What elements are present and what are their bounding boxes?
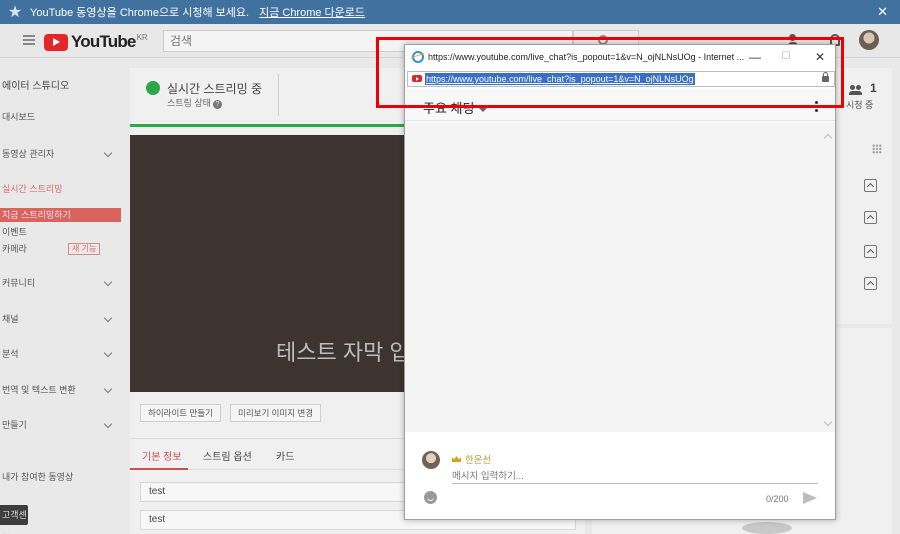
- sidebar-item-label: 카메라: [2, 244, 27, 254]
- window-titlebar[interactable]: https://www.youtube.com/live_chat?is_pop…: [405, 45, 835, 69]
- sidebar-item-analytics[interactable]: 분석: [2, 347, 123, 361]
- chrome-promo-banner: ★ YouTube 동영상을 Chrome으로 시청해 보세요. 지금 Chro…: [0, 0, 900, 24]
- thumbnail-shadow: [742, 522, 792, 534]
- creator-studio-sidebar: 에이터 스튜디오 대시보드 동영상 관리자 실시간 스트리밍 지금 스트리밍하기…: [0, 58, 123, 534]
- chevron-down-icon: [103, 277, 113, 287]
- url-text[interactable]: https://www.youtube.com/live_chat?is_pop…: [425, 73, 695, 85]
- internet-explorer-icon: [412, 51, 424, 63]
- youtube-favicon-icon: [412, 75, 422, 82]
- sidebar-item-camera[interactable]: 카메라 새 기능: [2, 242, 123, 256]
- sidebar-item-video-manager[interactable]: 동영상 관리자: [2, 147, 123, 161]
- emoji-icon[interactable]: [424, 491, 437, 504]
- sidebar-item-label: 동영상 관리자: [2, 149, 55, 159]
- window-title: https://www.youtube.com/live_chat?is_pop…: [428, 52, 745, 62]
- sidebar-item-label: 번역 및 텍스트 변환: [2, 385, 76, 395]
- expand-icon[interactable]: [864, 245, 877, 258]
- studio-title[interactable]: 에이터 스튜디오: [2, 80, 123, 94]
- youtube-logo[interactable]: YouTube KR: [44, 32, 148, 52]
- maximize-button[interactable]: ☐: [772, 48, 800, 66]
- live-status-icon: [146, 81, 160, 95]
- sidebar-item-label: 내가 참여한 동영상: [2, 472, 74, 482]
- menu-icon[interactable]: [23, 35, 35, 45]
- change-thumbnail-button[interactable]: 미리보기 이미지 변경: [230, 404, 322, 422]
- sidebar-item-dashboard[interactable]: 대시보드: [2, 110, 123, 124]
- close-button[interactable]: ✕: [806, 48, 834, 66]
- caret-down-icon: [479, 107, 488, 112]
- concurrent-viewers-count: 1: [870, 81, 877, 95]
- expand-icon[interactable]: [864, 179, 877, 192]
- sidebar-item-events[interactable]: 이벤트: [2, 225, 123, 239]
- expand-icon[interactable]: [864, 277, 877, 290]
- star-icon: ★: [7, 4, 23, 21]
- avatar[interactable]: [859, 30, 879, 50]
- region-code: KR: [136, 33, 148, 42]
- stream-status-label: 스트림 상태?: [167, 96, 222, 109]
- stream-status-title: 실시간 스트리밍 중: [167, 82, 262, 96]
- sidebar-item-label: 대시보드: [2, 112, 36, 122]
- chat-header: 주요 채팅: [405, 89, 835, 121]
- chat-message-input[interactable]: 메시지 입력하기...: [452, 468, 818, 484]
- chat-user-name: 한운선: [465, 455, 492, 466]
- address-bar[interactable]: https://www.youtube.com/live_chat?is_pop…: [407, 71, 835, 87]
- active-tab-indicator: [130, 468, 188, 470]
- chevron-down-icon: [103, 313, 113, 323]
- chevron-down-icon: [103, 148, 113, 158]
- lock-icon[interactable]: [822, 72, 829, 82]
- expand-icon[interactable]: [864, 211, 877, 224]
- send-icon[interactable]: [803, 492, 817, 504]
- sidebar-item-translations[interactable]: 번역 및 텍스트 변환: [2, 383, 123, 397]
- sidebar-item-label: 이벤트: [2, 227, 27, 237]
- chevron-down-icon: [103, 419, 113, 429]
- sidebar-item-stream-now[interactable]: 지금 스트리밍하기: [0, 208, 121, 222]
- help-center-button[interactable]: 고객센터: [0, 505, 28, 534]
- help-icon[interactable]: ?: [212, 100, 222, 109]
- chat-compose: 한운선 메시지 입력하기... 0/200: [405, 435, 835, 519]
- sidebar-item-label: 지금 스트리밍하기: [2, 210, 71, 220]
- concurrent-viewers-label: 시청 중: [846, 100, 874, 110]
- viewers-icon: [849, 85, 863, 95]
- minimize-button[interactable]: —: [741, 48, 769, 66]
- chat-mode-label: 주요 채팅: [423, 101, 475, 116]
- more-options-icon[interactable]: [815, 101, 818, 104]
- scroll-down-icon[interactable]: [823, 417, 833, 427]
- divider: [278, 74, 279, 116]
- logo-wordmark: YouTube: [71, 32, 136, 51]
- tab-basic-info[interactable]: 기본 정보: [142, 448, 182, 463]
- chat-messages-area[interactable]: [405, 122, 835, 432]
- close-icon[interactable]: ✕: [877, 4, 888, 20]
- live-chat-popout-window: https://www.youtube.com/live_chat?is_pop…: [404, 44, 836, 520]
- sidebar-item-label: 실시간 스트리밍: [2, 184, 63, 194]
- sidebar-item-channel[interactable]: 채널: [2, 312, 123, 326]
- scroll-up-icon[interactable]: [823, 133, 833, 143]
- tab-cards[interactable]: 카드: [276, 448, 294, 463]
- chat-mode-selector[interactable]: 주요 채팅: [423, 98, 488, 117]
- chevron-down-icon: [103, 348, 113, 358]
- sidebar-item-community[interactable]: 커뮤니티: [2, 276, 123, 290]
- sidebar-item-live-streaming[interactable]: 실시간 스트리밍: [2, 182, 123, 196]
- new-feature-badge: 새 기능: [68, 243, 101, 255]
- video-caption: 테스트 자막 입: [276, 340, 410, 365]
- sidebar-item-label: 만들기: [2, 420, 27, 430]
- chevron-down-icon: [103, 384, 113, 394]
- sidebar-item-label: 커뮤니티: [2, 278, 36, 288]
- crown-icon: [452, 456, 461, 462]
- download-chrome-link[interactable]: 지금 Chrome 다운로드: [259, 4, 365, 20]
- sidebar-item-label: 채널: [2, 314, 19, 324]
- avatar: [422, 451, 440, 469]
- create-highlight-button[interactable]: 하이라이트 만들기: [140, 404, 221, 422]
- sidebar-item-label: 분석: [2, 349, 19, 359]
- tab-stream-options[interactable]: 스트림 옵션: [203, 448, 252, 463]
- banner-text: YouTube 동영상을 Chrome으로 시청해 보세요.: [30, 7, 250, 19]
- grid-icon[interactable]: [872, 144, 882, 154]
- sidebar-item-create[interactable]: 만들기: [2, 418, 123, 432]
- sidebar-item-contributions[interactable]: 내가 참여한 동영상: [2, 470, 123, 484]
- character-counter: 0/200: [766, 494, 789, 504]
- stream-status-text: 스트림 상태: [167, 98, 211, 108]
- youtube-play-icon: [44, 33, 68, 51]
